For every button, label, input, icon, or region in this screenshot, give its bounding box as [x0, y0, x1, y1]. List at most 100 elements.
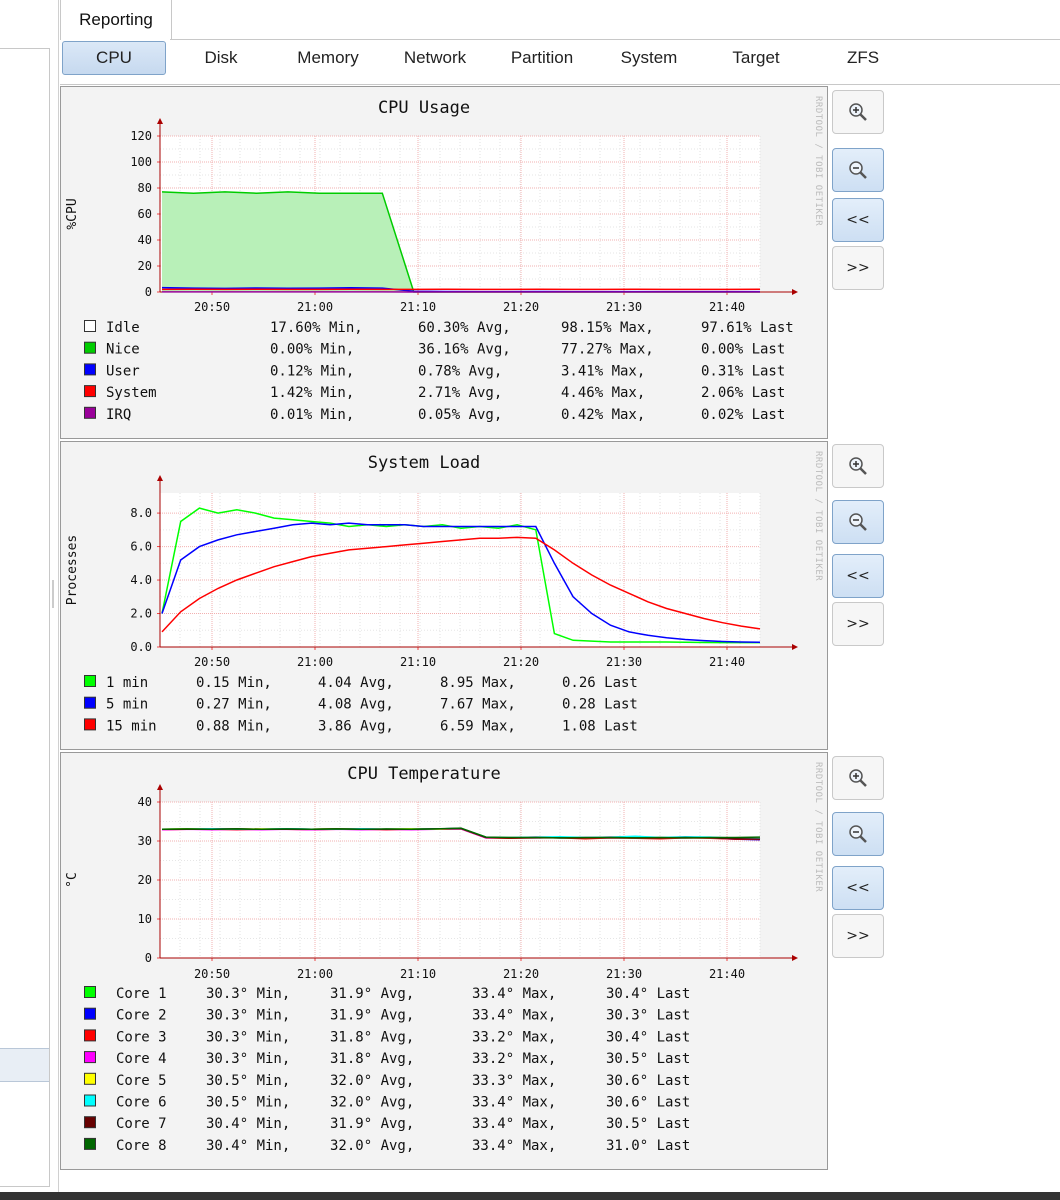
- system-load-zoom-out-button[interactable]: [832, 500, 884, 544]
- legend-swatch: [84, 1116, 96, 1129]
- legend-avg: 32.0° Avg,: [330, 1073, 414, 1089]
- cpu-usage-zoom-in-button[interactable]: [832, 90, 884, 134]
- next-label: >>: [846, 616, 870, 632]
- cpu-temperature-graph: CPU Temperature RRDTOOL / TOBI OETIKER °C 0…: [60, 752, 828, 1170]
- x-tick-label: 21:20: [503, 300, 539, 314]
- legend-swatch: [84, 986, 96, 998]
- legend-avg: 31.8° Avg,: [330, 1029, 414, 1045]
- legend-name: Core 3: [116, 1029, 167, 1045]
- cpu-temperature-zoom-in-button[interactable]: [832, 756, 884, 800]
- legend-min: 30.5° Min,: [206, 1095, 290, 1111]
- cpu-temperature-next-button[interactable]: >>: [832, 914, 884, 958]
- subtab-network-label: Network: [403, 48, 467, 67]
- subtab-system-label: System: [620, 48, 678, 67]
- zoom-out-icon: [849, 513, 867, 531]
- subtab-partition[interactable]: Partition: [490, 41, 594, 75]
- subtab-memory[interactable]: Memory: [276, 41, 380, 75]
- legend-max: 8.95 Max,: [440, 675, 516, 691]
- x-tick-label: 21:00: [297, 300, 333, 314]
- legend-max: 33.4° Max,: [472, 1008, 556, 1024]
- cpu-temperature-zoom-out-button[interactable]: [832, 812, 884, 856]
- tab-reporting-label: Reporting: [79, 10, 153, 29]
- sidebar-divider: [58, 0, 59, 1200]
- subtab-target-label: Target: [732, 48, 780, 67]
- rrdtool-watermark: RRDTOOL / TOBI OETIKER: [813, 96, 823, 226]
- legend-avg: 0.78% Avg,: [418, 363, 502, 379]
- subtab-cpu[interactable]: CPU: [62, 41, 166, 75]
- y-tick-label: 0: [145, 285, 152, 299]
- subtab-target[interactable]: Target: [704, 41, 808, 75]
- cpu-usage-next-button[interactable]: >>: [832, 246, 884, 290]
- system-load-zoom-in-button[interactable]: [832, 444, 884, 488]
- legend-last: 0.26 Last: [562, 675, 638, 691]
- legend-min: 17.60% Min,: [270, 320, 363, 336]
- x-tick-label: 21:40: [709, 967, 745, 981]
- next-label: >>: [846, 260, 870, 276]
- subtab-system[interactable]: System: [597, 41, 701, 75]
- legend-min: 30.3° Min,: [206, 986, 290, 1002]
- legend-max: 7.67 Max,: [440, 697, 516, 713]
- legend-avg: 32.0° Avg,: [330, 1095, 414, 1111]
- y-tick-label: 30: [138, 834, 152, 848]
- legend-max: 6.59 Max,: [440, 718, 516, 734]
- legend-swatch: [84, 1137, 96, 1150]
- legend-max: 33.4° Max,: [472, 1116, 556, 1132]
- subtab-zfs[interactable]: ZFS: [811, 41, 915, 75]
- legend-name: Core 8: [116, 1138, 167, 1154]
- chart-title: CPU Usage: [378, 98, 470, 118]
- legend-last: 30.6° Last: [606, 1095, 690, 1111]
- x-tick-label: 20:50: [194, 967, 230, 981]
- legend-min: 1.42% Min,: [270, 385, 354, 401]
- y-tick-label: 20: [138, 259, 152, 273]
- legend-name: Core 7: [116, 1116, 167, 1132]
- x-tick-label: 21:10: [400, 655, 436, 669]
- sidebar-panel: [0, 48, 50, 1187]
- system-load-next-button[interactable]: >>: [832, 602, 884, 646]
- legend-min: 30.3° Min,: [206, 1008, 290, 1024]
- next-label: >>: [846, 928, 870, 944]
- legend-swatch: [84, 1007, 96, 1020]
- legend-swatch: [84, 696, 96, 709]
- legend-name: 15 min: [106, 718, 157, 734]
- legend-max: 77.27% Max,: [561, 342, 654, 358]
- legend-swatch: [84, 320, 96, 332]
- x-tick-label: 20:50: [194, 300, 230, 314]
- legend-name: Core 2: [116, 1008, 167, 1024]
- sidebar-selected-item[interactable]: [0, 1048, 49, 1082]
- legend-max: 33.3° Max,: [472, 1073, 556, 1089]
- legend-swatch: [84, 1072, 96, 1085]
- cpu-usage-prev-button[interactable]: <<: [832, 198, 884, 242]
- subtab-partition-label: Partition: [510, 48, 574, 67]
- legend-avg: 31.9° Avg,: [330, 986, 414, 1002]
- system-load-chart: System Load RRDTOOL / TOBI OETIKER Process…: [60, 441, 828, 750]
- legend-last: 2.06% Last: [701, 385, 785, 401]
- cpu-usage-zoom-out-button[interactable]: [832, 148, 884, 192]
- splitter-handle[interactable]: [52, 580, 54, 608]
- legend-swatch: [84, 718, 96, 731]
- legend-swatch: [84, 1029, 96, 1042]
- y-tick-label: 2.0: [130, 607, 152, 621]
- legend-name: User: [106, 363, 140, 379]
- legend-min: 0.12% Min,: [270, 363, 354, 379]
- legend-max: 33.2° Max,: [472, 1029, 556, 1045]
- subtab-cpu-label: CPU: [96, 48, 132, 67]
- legend-name: IRQ: [106, 407, 131, 423]
- left-sidebar: [0, 0, 58, 1200]
- tab-reporting[interactable]: Reporting: [60, 0, 172, 40]
- x-tick-label: 21:10: [400, 300, 436, 314]
- legend-last: 0.00% Last: [701, 342, 785, 358]
- y-tick-label: 6.0: [130, 540, 152, 554]
- legend-max: 33.4° Max,: [472, 1095, 556, 1111]
- y-axis-label: Processes: [65, 535, 80, 605]
- system-load-prev-button[interactable]: <<: [832, 554, 884, 598]
- cpu-temperature-chart: CPU Temperature RRDTOOL / TOBI OETIKER °C 0…: [60, 752, 828, 1170]
- subtab-network[interactable]: Network: [383, 41, 487, 75]
- legend-name: Nice: [106, 342, 140, 358]
- cpu-temperature-prev-button[interactable]: <<: [832, 866, 884, 910]
- subtab-zfs-label: ZFS: [846, 48, 880, 67]
- subtab-disk[interactable]: Disk: [169, 41, 273, 75]
- x-tick-label: 21:40: [709, 300, 745, 314]
- x-tick-label: 21:30: [606, 300, 642, 314]
- x-tick-label: 21:20: [503, 655, 539, 669]
- legend-last: 30.5° Last: [606, 1116, 690, 1132]
